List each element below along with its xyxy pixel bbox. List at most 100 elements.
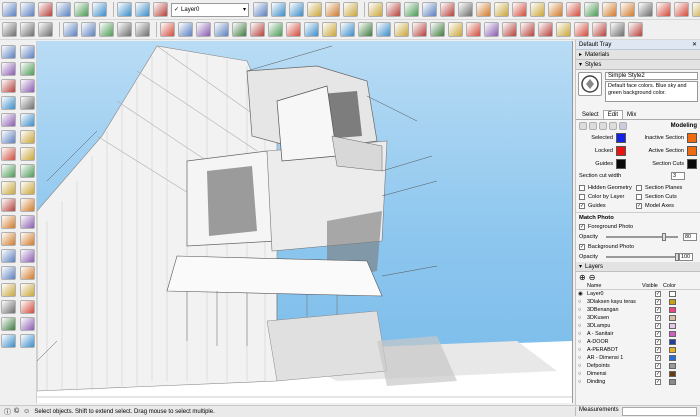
walk-icon[interactable]	[20, 317, 35, 331]
push-pull-icon[interactable]	[135, 2, 150, 17]
foreground-opacity-slider[interactable]	[605, 232, 678, 241]
info-icon[interactable]: ⓘ	[4, 407, 11, 417]
add-layer-icon[interactable]: ⊕	[579, 273, 586, 282]
follow-me-icon[interactable]	[20, 181, 35, 195]
layer-color-swatch[interactable]	[669, 355, 676, 361]
tab-edit[interactable]: Edit	[602, 110, 624, 119]
solid-subtract-icon[interactable]	[81, 22, 96, 37]
layer-row[interactable]: ○ A-DOOR ✓	[576, 338, 700, 346]
layer-color-swatch[interactable]	[669, 379, 676, 385]
layers-panel-header[interactable]: ▾ Layers	[576, 262, 700, 272]
layer-name-column[interactable]: Name	[578, 283, 642, 289]
chamfer-icon[interactable]	[412, 22, 427, 37]
layer-row[interactable]: ○ A-PERABOT ✓	[576, 346, 700, 354]
option-checkbox[interactable]: Section Planes	[636, 183, 697, 192]
move-icon[interactable]	[1, 164, 16, 178]
color-swatch[interactable]	[616, 132, 626, 143]
solid-trim-icon[interactable]	[99, 22, 114, 37]
layer-row[interactable]: ○ A - Sanitair ✓	[576, 330, 700, 338]
close-icon[interactable]: ✕	[692, 41, 697, 48]
back-edges-icon[interactable]	[404, 2, 419, 17]
extension-icon[interactable]	[584, 2, 599, 17]
active-layer-radio[interactable]: ○	[578, 347, 587, 353]
front-view-icon[interactable]	[548, 2, 563, 17]
active-layer-radio[interactable]: ○	[578, 355, 587, 361]
text-icon[interactable]	[20, 215, 35, 229]
layer-row[interactable]: ○ AR - Dimensi 1 ✓	[576, 354, 700, 362]
protractor-icon[interactable]	[1, 232, 16, 246]
offset-icon[interactable]	[20, 198, 35, 212]
orbit-icon[interactable]	[1, 266, 16, 280]
delete-layer-icon[interactable]: ⊖	[589, 273, 596, 282]
active-layer-radio[interactable]: ○	[578, 331, 587, 337]
color-wheel-icon[interactable]	[692, 2, 700, 17]
bezier-icon[interactable]	[556, 22, 571, 37]
materials-panel-header[interactable]: ▸ Materials	[576, 50, 700, 60]
solid-union-icon[interactable]	[63, 22, 78, 37]
section-plane-icon[interactable]	[620, 2, 635, 17]
color-swatch[interactable]	[687, 158, 697, 169]
layer-row[interactable]: ○ 3DLampu ✓	[576, 322, 700, 330]
layer-row[interactable]: ○ Dinding ✓	[576, 378, 700, 386]
stamp-icon[interactable]	[214, 22, 229, 37]
select-icon[interactable]	[1, 45, 16, 59]
paint-icon[interactable]	[20, 62, 35, 76]
3d-text-icon[interactable]	[20, 249, 35, 263]
layer-color-swatch[interactable]	[669, 347, 676, 353]
loft-icon[interactable]	[448, 22, 463, 37]
zoom-icon[interactable]	[325, 2, 340, 17]
layer-select[interactable]: ✓ Layer0 ▾	[171, 2, 249, 17]
polyline-icon[interactable]	[592, 22, 607, 37]
layer-row[interactable]: ○ 3DBenangan ✓	[576, 306, 700, 314]
watermark-settings-icon[interactable]	[609, 121, 617, 130]
active-layer-radio[interactable]: ○	[578, 363, 587, 369]
nurbs-icon[interactable]	[628, 22, 643, 37]
rectangle-icon[interactable]	[20, 2, 35, 17]
zoom-window-icon[interactable]	[20, 283, 35, 297]
modeling-settings-icon[interactable]	[619, 121, 627, 130]
visible-checkbox[interactable]: ✓	[655, 339, 661, 345]
arc-icon[interactable]	[358, 22, 373, 37]
background-opacity-input[interactable]: 100	[678, 252, 693, 261]
section-cut-icon[interactable]	[656, 2, 671, 17]
rotate-icon[interactable]	[271, 2, 286, 17]
active-layer-radio[interactable]: ○	[578, 307, 587, 313]
hidden-line-icon[interactable]	[440, 2, 455, 17]
rotate-icon[interactable]	[1, 181, 16, 195]
section-plane-icon[interactable]	[20, 334, 35, 348]
edge-settings-icon[interactable]	[579, 121, 587, 130]
user-icon[interactable]: ☺	[23, 408, 30, 415]
layer-row[interactable]: ○ 3Dlaksen kayu teras ✓	[576, 298, 700, 306]
visible-checkbox[interactable]: ✓	[655, 363, 661, 369]
vertex-icon[interactable]	[520, 22, 535, 37]
measurements-input[interactable]	[621, 407, 697, 416]
monochrome-icon[interactable]	[494, 2, 509, 17]
tape-icon[interactable]	[1, 215, 16, 229]
option-checkbox[interactable]: Color by Layer	[579, 192, 636, 201]
subdivide-icon[interactable]	[538, 22, 553, 37]
catmull-icon[interactable]	[610, 22, 625, 37]
visible-checkbox[interactable]: ✓	[655, 347, 661, 353]
layer-color-column[interactable]: Color	[663, 283, 676, 289]
face-settings-icon[interactable]	[589, 121, 597, 130]
polygon-icon[interactable]	[20, 113, 35, 127]
dimension-icon[interactable]	[1, 249, 16, 263]
active-layer-radio[interactable]: ○	[578, 315, 587, 321]
circle-icon[interactable]	[38, 2, 53, 17]
layers-icon[interactable]	[20, 22, 35, 37]
rotated-rect-icon[interactable]	[20, 96, 35, 110]
round-corner-icon[interactable]	[430, 22, 445, 37]
style-description-field[interactable]: Default face colors. Blue sky and green …	[605, 81, 698, 102]
zoom-icon[interactable]	[1, 283, 16, 297]
layer-color-swatch[interactable]	[669, 291, 676, 297]
scale-icon[interactable]	[1, 198, 16, 212]
orbit-icon[interactable]	[289, 2, 304, 17]
layer-color-swatch[interactable]	[669, 363, 676, 369]
layer-color-swatch[interactable]	[669, 331, 676, 337]
paint-bucket-icon[interactable]	[674, 2, 689, 17]
section-fill-icon[interactable]	[38, 22, 53, 37]
fillet-icon[interactable]	[394, 22, 409, 37]
model-viewport[interactable]	[37, 41, 573, 403]
pie-icon[interactable]	[20, 147, 35, 161]
spline-icon[interactable]	[574, 22, 589, 37]
